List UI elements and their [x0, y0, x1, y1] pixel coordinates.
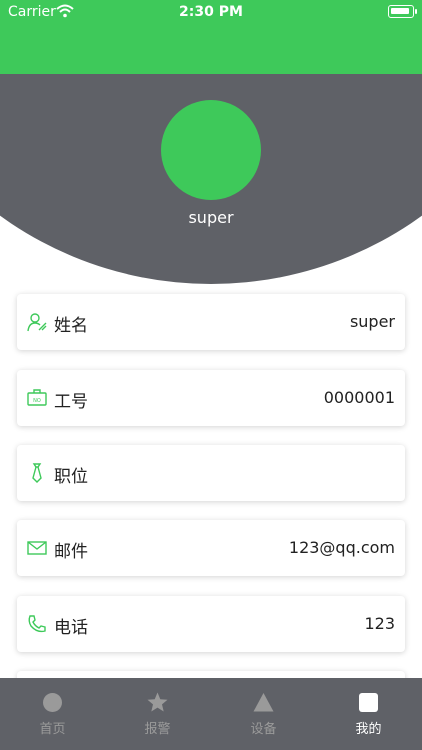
field-value-employee-id: 0000001 — [323, 388, 395, 407]
field-row-employee-id[interactable]: NO 工号 0000001 — [17, 370, 405, 426]
field-label-employee-id: 工号 — [54, 392, 88, 412]
tab-alarm[interactable]: 报警 — [105, 678, 210, 750]
field-row-email[interactable]: 邮件 123@qq.com — [17, 520, 405, 576]
profile-username: super — [188, 208, 234, 227]
svg-text:NO: NO — [33, 398, 41, 404]
square-icon — [358, 692, 379, 713]
header-bar — [0, 24, 422, 74]
badge-icon: NO — [27, 388, 47, 408]
field-value-phone: 123 — [364, 614, 395, 633]
tab-label-alarm: 报警 — [144, 722, 171, 737]
avatar[interactable] — [161, 100, 261, 200]
tab-device[interactable]: 设备 — [211, 678, 316, 750]
field-row-name[interactable]: 姓名 super — [17, 294, 405, 350]
status-bar: Carrier 2:30 PM — [0, 0, 422, 24]
phone-icon — [27, 614, 47, 634]
field-label-email: 邮件 — [54, 542, 88, 562]
home-circle-icon — [42, 692, 63, 713]
field-row-position[interactable]: 职位 — [17, 445, 405, 501]
field-label-phone: 电话 — [54, 618, 88, 638]
field-label-position: 职位 — [54, 467, 88, 487]
field-value-email: 123@qq.com — [288, 538, 395, 557]
profile-section: super — [0, 74, 422, 284]
tab-home[interactable]: 首页 — [0, 678, 105, 750]
tab-bar: 首页 报警 设备 我的 — [0, 678, 422, 750]
tab-label-device: 设备 — [250, 722, 277, 737]
person-icon — [27, 312, 47, 332]
tab-mine[interactable]: 我的 — [316, 678, 421, 750]
battery-icon — [388, 5, 417, 18]
clock-label: 2:30 PM — [179, 4, 243, 20]
field-label-name: 姓名 — [54, 316, 88, 336]
field-value-name: super — [349, 312, 395, 331]
mail-icon — [27, 538, 47, 558]
field-row-phone[interactable]: 电话 123 — [17, 596, 405, 652]
tie-icon — [27, 463, 47, 483]
tab-label-home: 首页 — [39, 722, 66, 737]
star-icon — [147, 692, 168, 713]
tab-label-mine: 我的 — [355, 722, 382, 737]
triangle-icon — [253, 692, 274, 713]
